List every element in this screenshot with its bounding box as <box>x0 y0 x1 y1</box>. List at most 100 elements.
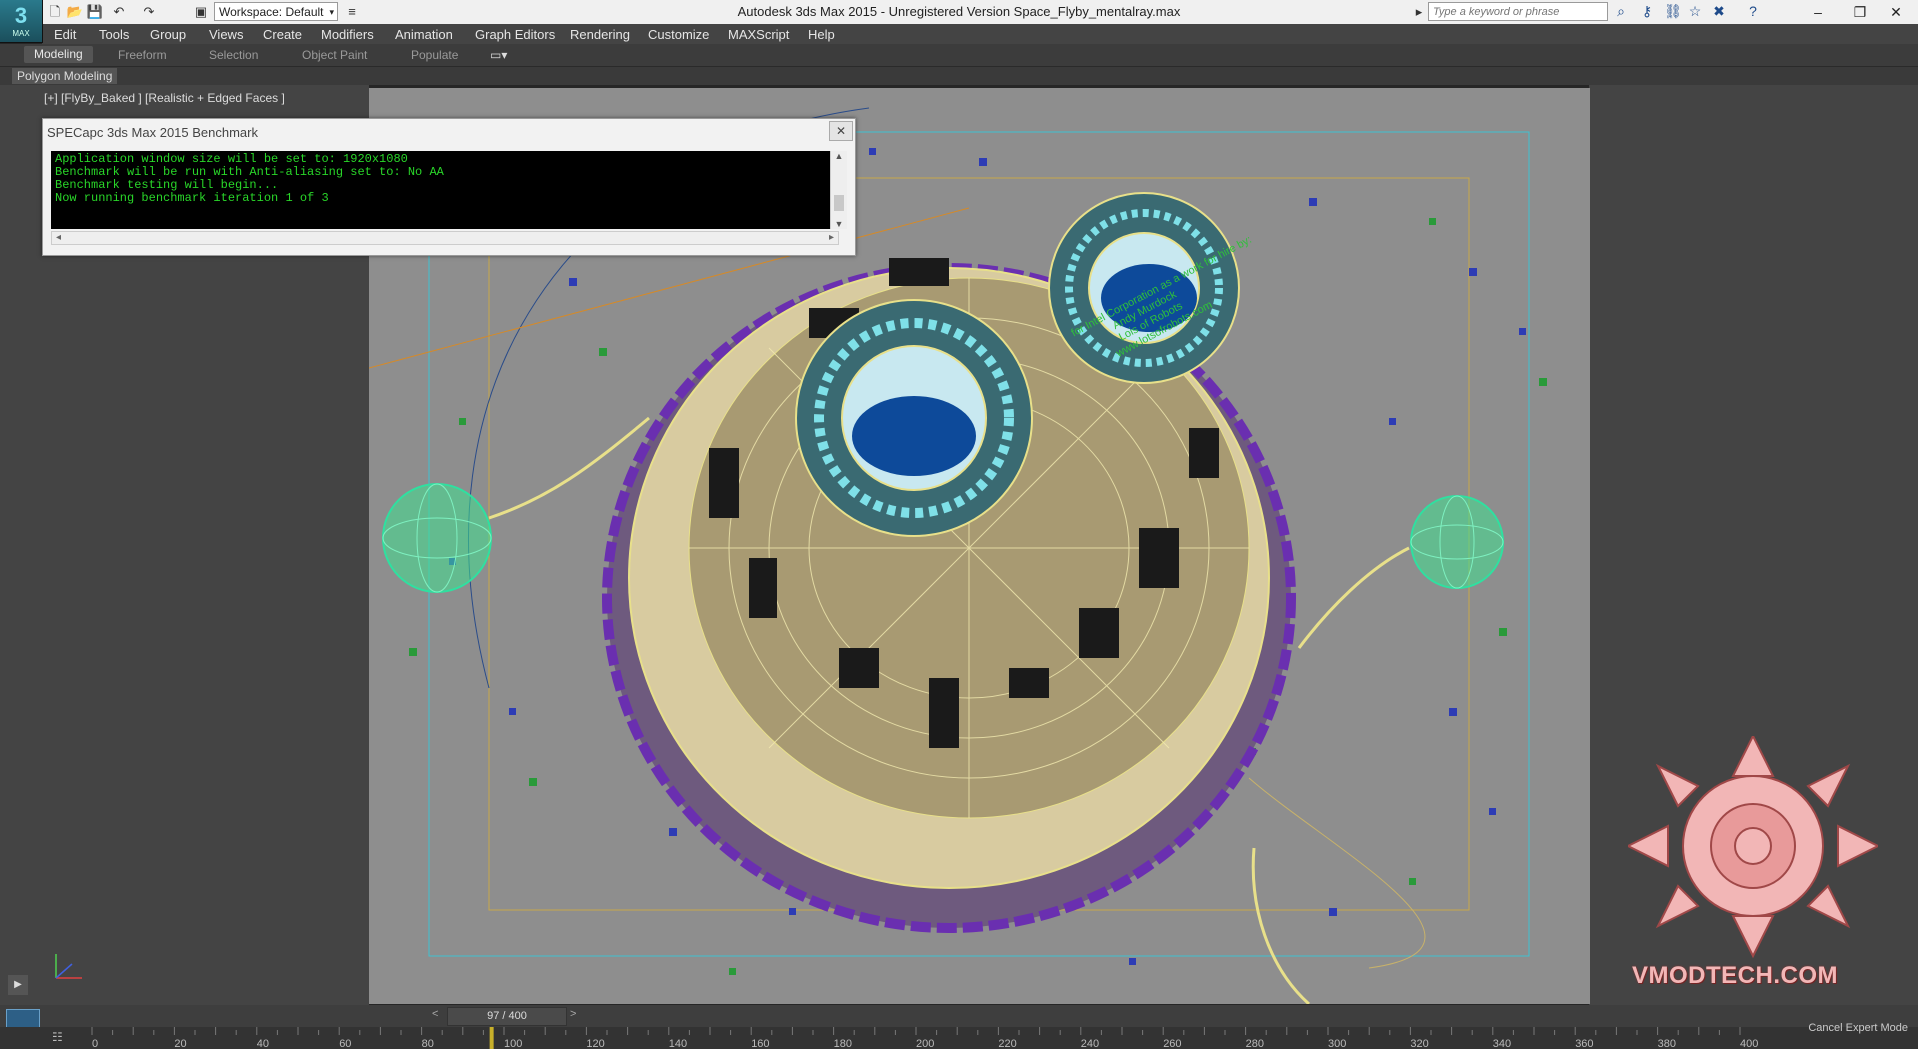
polygon-modeling-panel[interactable]: Polygon Modeling <box>12 68 118 84</box>
benchmark-dialog[interactable]: SPECapc 3ds Max 2015 Benchmark ✕ Applica… <box>42 118 856 256</box>
tether <box>1251 847 1311 1004</box>
ruler-tick-label: 340 <box>1493 1038 1511 1049</box>
tab-freeform[interactable]: Freeform <box>118 48 167 62</box>
search-input[interactable] <box>1428 2 1608 21</box>
track-bar[interactable]: ☷ 0 20 40 60 80 100 120 140 160 180 200 220 240 260 28… <box>0 1027 1918 1049</box>
app-logo[interactable]: 3 MAX <box>0 0 43 43</box>
open-file-icon[interactable]: 📂 <box>66 3 84 21</box>
ribbon: Modeling Freeform Selection Object Paint… <box>0 44 1918 66</box>
dialog-close-button[interactable]: ✕ <box>829 121 853 141</box>
project-icon[interactable]: ▣ <box>192 3 210 21</box>
axis-tripod-icon <box>48 950 88 989</box>
current-frame-marker[interactable] <box>489 1027 494 1049</box>
ruler-tick-label: 300 <box>1328 1038 1346 1049</box>
menu-graph-editors[interactable]: Graph Editors <box>475 27 555 42</box>
watermark-text: VMODTECH.COM <box>1632 962 1838 989</box>
expand-panel-icon[interactable]: ▶ <box>8 975 28 995</box>
time-prev-icon[interactable]: < <box>432 1008 438 1020</box>
scroll-right-icon[interactable]: ▸ <box>829 232 834 243</box>
time-slider-bar[interactable]: < 97 / 400 > <box>0 1005 1918 1027</box>
frame-counter[interactable]: 97 / 400 <box>447 1007 567 1026</box>
tether <box>1297 546 1410 649</box>
console-output: Application window size will be set to: … <box>51 151 839 229</box>
ruler-tick-label: 0 <box>92 1038 98 1049</box>
tab-modeling[interactable]: Modeling <box>24 46 93 63</box>
search-binoculars-icon[interactable]: ⌕ <box>1612 3 1630 20</box>
menu-group[interactable]: Group <box>150 27 186 42</box>
ribbon-panel-bar: Polygon Modeling <box>0 66 1918 85</box>
console-line: Now running benchmark iteration 1 of 3 <box>55 191 329 205</box>
menu-customize[interactable]: Customize <box>648 27 709 42</box>
redo-icon[interactable]: ↷ <box>140 3 158 21</box>
ruler-tick-label: 360 <box>1575 1038 1593 1049</box>
watermark-logo <box>1628 736 1878 959</box>
ruler-tick-label: 100 <box>504 1038 522 1049</box>
scroll-thumb[interactable] <box>834 195 844 211</box>
ruler-tick-label: 320 <box>1410 1038 1428 1049</box>
menu-modifiers[interactable]: Modifiers <box>321 27 374 42</box>
ruler-tick-label: 140 <box>669 1038 687 1049</box>
space-station <box>602 192 1296 933</box>
console-horizontal-scrollbar[interactable]: ◂ ▸ <box>51 231 839 245</box>
3ds-max-logo-icon: 3 <box>14 2 28 28</box>
console-vertical-scrollbar[interactable]: ▲ ▼ <box>830 151 847 229</box>
close-x-icon[interactable]: ✖ <box>1710 3 1728 20</box>
ruler-tick-label: 260 <box>1163 1038 1181 1049</box>
orb-right <box>1410 495 1504 589</box>
logo-text: MAX <box>12 28 30 38</box>
minimize-button[interactable]: – <box>1796 0 1840 24</box>
workspace-label: Workspace: Default <box>219 5 324 19</box>
subscription-icon[interactable]: ⛓ <box>1664 3 1682 20</box>
ruler-tick-label: 20 <box>174 1038 186 1049</box>
tab-selection[interactable]: Selection <box>209 48 258 62</box>
cancel-expert-mode-button[interactable]: Cancel Expert Mode <box>1808 1022 1908 1034</box>
menu-help[interactable]: Help <box>808 27 835 42</box>
ruler-tick-label: 400 <box>1740 1038 1758 1049</box>
ruler-tick-label: 280 <box>1246 1038 1264 1049</box>
viewport-label[interactable]: [+] [FlyBy_Baked ] [Realistic + Edged Fa… <box>44 91 285 105</box>
menu-maxscript[interactable]: MAXScript <box>728 27 789 42</box>
menu-animation[interactable]: Animation <box>395 27 453 42</box>
eye-port-secondary <box>1048 192 1240 384</box>
eye-port-main <box>795 299 1033 537</box>
new-file-icon[interactable]: 🗋 <box>46 3 64 21</box>
close-button[interactable]: ✕ <box>1874 0 1918 24</box>
track-bar-icon[interactable]: ☷ <box>52 1030 63 1044</box>
menu-views[interactable]: Views <box>209 27 243 42</box>
star-icon[interactable]: ☆ <box>1686 3 1704 20</box>
ruler-tick-label: 160 <box>751 1038 769 1049</box>
dialog-title: SPECapc 3ds Max 2015 Benchmark <box>47 125 258 140</box>
ruler-tick-label: 380 <box>1658 1038 1676 1049</box>
scroll-down-icon[interactable]: ▼ <box>831 219 847 229</box>
ribbon-options-icon[interactable]: ▭▾ <box>490 48 507 62</box>
chevron-down-icon: ▾ <box>329 7 334 17</box>
ruler-tick-label: 60 <box>339 1038 351 1049</box>
time-next-icon[interactable]: > <box>570 1008 576 1020</box>
save-icon[interactable]: 💾 <box>86 3 104 21</box>
ruler-tick-label: 40 <box>257 1038 269 1049</box>
quick-access-menu-icon[interactable]: ≡ <box>343 3 361 21</box>
menu-bar: Edit Tools Group Views Create Modifiers … <box>42 24 1918 44</box>
scroll-up-icon[interactable]: ▲ <box>831 151 847 161</box>
orb-left <box>382 483 492 593</box>
title-bar: 🗋 📂 💾 ↶ ↷ ▣ Workspace: Default ▾ ≡ Autod… <box>0 0 1918 24</box>
ruler-tick-label: 180 <box>834 1038 852 1049</box>
frame-ruler[interactable]: 0 20 40 60 80 100 120 140 160 180 200 220 240 260 280 3… <box>90 1027 1780 1049</box>
undo-icon[interactable]: ↶ <box>110 3 128 21</box>
scroll-left-icon[interactable]: ◂ <box>56 232 61 243</box>
tab-object-paint[interactable]: Object Paint <box>302 48 367 62</box>
menu-rendering[interactable]: Rendering <box>570 27 630 42</box>
tab-populate[interactable]: Populate <box>411 48 458 62</box>
menu-create[interactable]: Create <box>263 27 302 42</box>
help-icon[interactable]: ? <box>1744 3 1762 19</box>
ruler-tick-label: 200 <box>916 1038 934 1049</box>
ruler-tick-label: 240 <box>1081 1038 1099 1049</box>
menu-tools[interactable]: Tools <box>99 27 129 42</box>
workspace-dropdown[interactable]: Workspace: Default ▾ <box>214 2 338 21</box>
ruler-tick-label: 220 <box>998 1038 1016 1049</box>
search-expand-icon[interactable]: ▸ <box>1410 3 1428 21</box>
menu-edit[interactable]: Edit <box>54 27 76 42</box>
ruler-tick-label: 120 <box>586 1038 604 1049</box>
left-panel <box>0 85 41 1005</box>
key-icon[interactable]: ⚷ <box>1638 3 1656 20</box>
